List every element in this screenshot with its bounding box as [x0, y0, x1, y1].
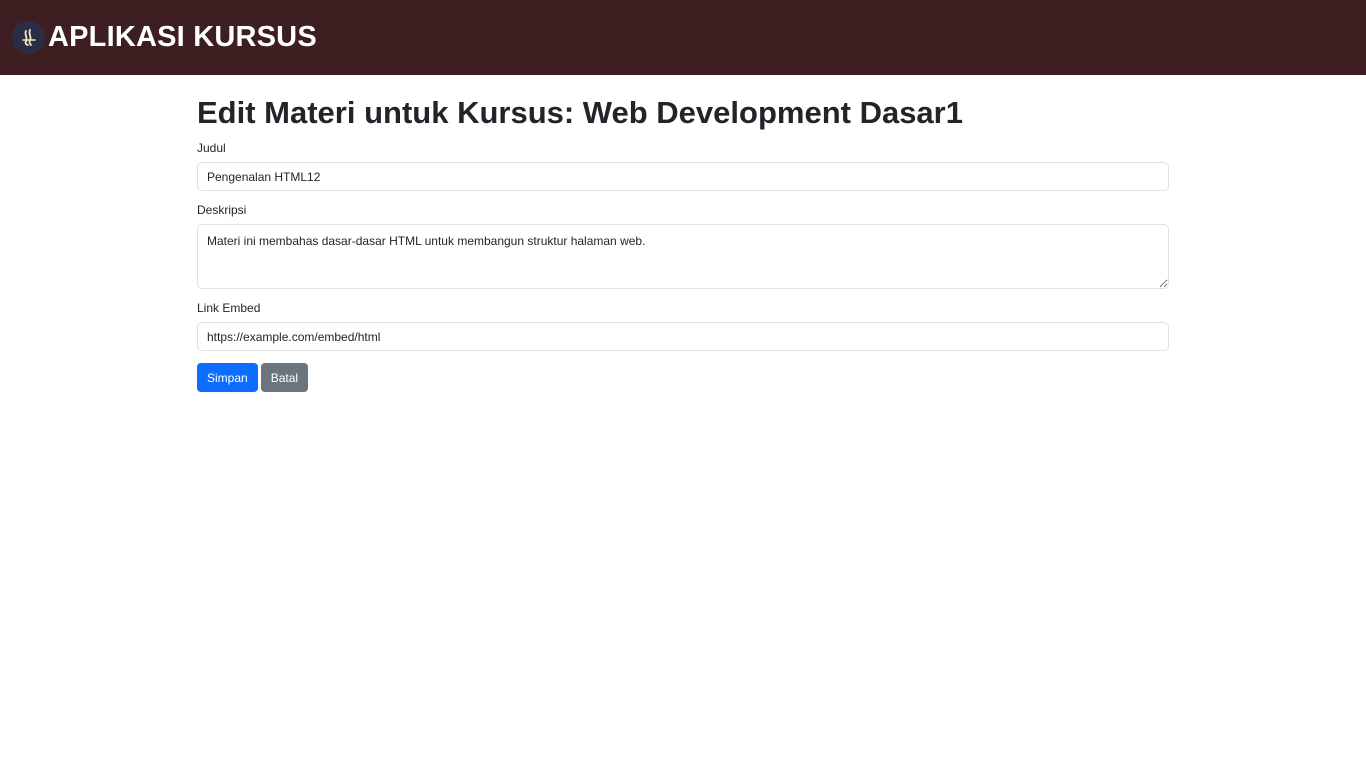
navbar: APLIKASI KURSUS: [0, 0, 1366, 75]
flame-logo-icon: [12, 21, 45, 54]
deskripsi-textarea[interactable]: Materi ini membahas dasar-dasar HTML unt…: [197, 224, 1169, 289]
link-embed-input[interactable]: [197, 322, 1169, 351]
judul-field-group: Judul: [197, 141, 1169, 191]
judul-label: Judul: [197, 141, 226, 155]
judul-input[interactable]: [197, 162, 1169, 191]
form-actions: Simpan Batal: [197, 363, 1169, 392]
deskripsi-label: Deskripsi: [197, 203, 247, 217]
link-embed-field-group: Link Embed: [197, 301, 1169, 351]
brand-title: APLIKASI KURSUS: [48, 21, 317, 53]
brand-link[interactable]: APLIKASI KURSUS: [12, 21, 317, 54]
save-button[interactable]: Simpan: [197, 363, 258, 392]
cancel-button[interactable]: Batal: [260, 363, 309, 392]
link-embed-label: Link Embed: [197, 301, 261, 315]
deskripsi-field-group: Deskripsi Materi ini membahas dasar-dasa…: [197, 203, 1169, 289]
main-content: Edit Materi untuk Kursus: Web Developmen…: [197, 75, 1169, 392]
page-title: Edit Materi untuk Kursus: Web Developmen…: [197, 95, 963, 130]
edit-materi-form: Judul Deskripsi Materi ini membahas dasa…: [197, 141, 1169, 392]
